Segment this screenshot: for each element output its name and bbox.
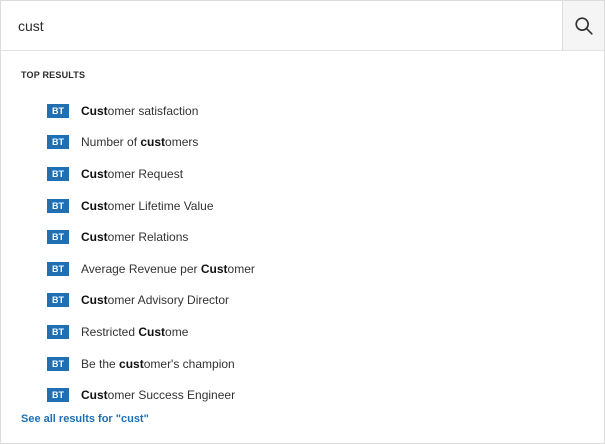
- search-widget: TOP RESULTS BT Customer satisfaction BT …: [0, 0, 605, 444]
- result-item[interactable]: BT Customer Lifetime Value: [47, 190, 255, 222]
- result-item[interactable]: BT Customer satisfaction: [47, 95, 255, 127]
- match-highlight: Cust: [81, 230, 108, 245]
- see-all-results-link[interactable]: See all results for "cust": [21, 413, 149, 425]
- match-highlight: Cust: [81, 293, 108, 308]
- bt-badge: BT: [47, 198, 69, 213]
- bt-badge: BT: [47, 103, 69, 118]
- result-text: Customer Advisory Director: [81, 293, 230, 308]
- search-button[interactable]: [562, 1, 604, 50]
- match-highlight: Cust: [81, 166, 108, 181]
- search-bar: [1, 1, 604, 51]
- search-input[interactable]: [1, 1, 562, 50]
- result-text: Customer Lifetime Value: [81, 198, 214, 213]
- result-item[interactable]: BT Customer Success Engineer: [47, 379, 255, 411]
- result-text: Average Revenue per Customer: [81, 261, 255, 276]
- result-text: Number of customers: [81, 135, 199, 150]
- result-text: Be the customer's champion: [81, 356, 235, 371]
- bt-badge: BT: [47, 293, 69, 308]
- bt-badge: BT: [47, 261, 69, 276]
- result-item[interactable]: BT Average Revenue per Customer: [47, 253, 255, 285]
- result-item[interactable]: BT Be the customer's champion: [47, 348, 255, 380]
- result-item[interactable]: BT Restricted Custome: [47, 316, 255, 348]
- result-item[interactable]: BT Customer Request: [47, 158, 255, 190]
- bt-badge: BT: [47, 324, 69, 339]
- bt-badge: BT: [47, 356, 69, 371]
- bt-badge: BT: [47, 230, 69, 245]
- match-highlight: Cust: [81, 198, 108, 213]
- top-results-heading: TOP RESULTS: [21, 70, 86, 80]
- bt-badge: BT: [47, 388, 69, 403]
- result-item[interactable]: BT Customer Relations: [47, 221, 255, 253]
- result-text: Customer Request: [81, 166, 184, 181]
- result-item[interactable]: BT Number of customers: [47, 127, 255, 159]
- match-highlight: cust: [119, 356, 144, 371]
- match-highlight: Cust: [138, 324, 166, 339]
- result-text: Customer satisfaction: [81, 103, 199, 118]
- results-list: BT Customer satisfaction BT Number of cu…: [47, 95, 255, 411]
- match-highlight: Cust: [81, 388, 108, 403]
- match-highlight: Cust: [200, 261, 228, 276]
- match-highlight: Cust: [81, 103, 108, 118]
- match-highlight: cust: [140, 135, 166, 150]
- result-text: Customer Success Engineer: [81, 388, 236, 403]
- bt-badge: BT: [47, 166, 69, 181]
- result-item[interactable]: BT Customer Advisory Director: [47, 285, 255, 317]
- search-icon: [574, 16, 593, 35]
- result-text: Customer Relations: [81, 230, 189, 245]
- result-text: Restricted Custome: [81, 324, 189, 339]
- bt-badge: BT: [47, 135, 69, 150]
